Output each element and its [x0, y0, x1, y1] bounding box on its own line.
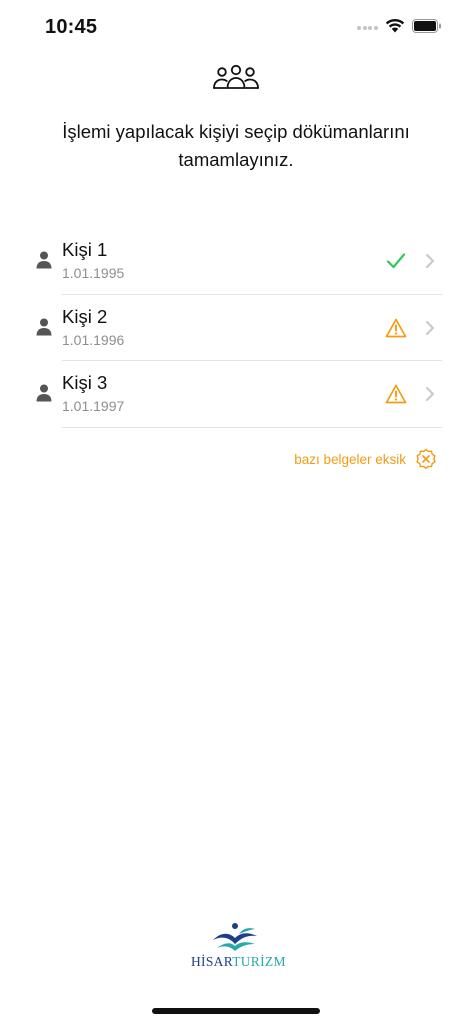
logo-text-part1: HİSAR: [191, 954, 233, 969]
person-row-3[interactable]: Kişi 3 1.01.1997: [0, 361, 472, 428]
status-bar: 10:45: [0, 0, 472, 54]
person-birthdate: 1.01.1995: [62, 265, 125, 281]
person-name: Kişi 3: [62, 372, 108, 393]
x-badge-icon: [416, 448, 436, 469]
missing-documents-legend: bazı belgeler eksik: [0, 448, 472, 472]
person-icon: [36, 251, 52, 269]
person-birthdate: 1.01.1997: [62, 398, 125, 414]
chevron-right-icon[interactable]: [425, 253, 435, 269]
home-indicator[interactable]: [152, 1008, 320, 1014]
chevron-right-icon[interactable]: [425, 386, 435, 402]
signal-dots-icon: [357, 26, 379, 32]
person-row-2[interactable]: Kişi 2 1.01.1996: [0, 295, 472, 361]
battery-icon: [412, 19, 441, 33]
hisar-turizm-logo: HİSARTURİZM: [185, 922, 287, 972]
people-group-icon: [213, 64, 259, 89]
person-name: Kişi 1: [62, 239, 108, 260]
person-row-1[interactable]: Kişi 1 1.01.1995: [0, 228, 472, 295]
person-icon: [36, 384, 52, 402]
legend-text: bazı belgeler eksik: [294, 452, 406, 467]
instruction-text: İşlemi yapılacak kişiyi seçip dökümanlar…: [62, 121, 410, 170]
logo-text: HİSARTURİZM: [191, 954, 286, 970]
row-divider: [62, 426, 442, 428]
warning-triangle-icon: [385, 384, 407, 404]
person-list: Kişi 1 1.01.1995 Kişi 2 1.01.1996 Kişi 3…: [0, 228, 472, 428]
logo-text-part2: TURİZM: [232, 954, 286, 969]
person-birthdate: 1.01.1996: [62, 331, 125, 348]
logo-mark-icon: [213, 923, 257, 951]
warning-triangle-icon: [385, 318, 407, 337]
chevron-right-icon[interactable]: [425, 320, 435, 336]
person-icon: [36, 318, 52, 335]
person-name: Kişi 2: [62, 305, 108, 327]
checkmark-icon: [386, 253, 406, 269]
wifi-icon: [385, 18, 405, 33]
status-time: 10:45: [45, 16, 98, 38]
